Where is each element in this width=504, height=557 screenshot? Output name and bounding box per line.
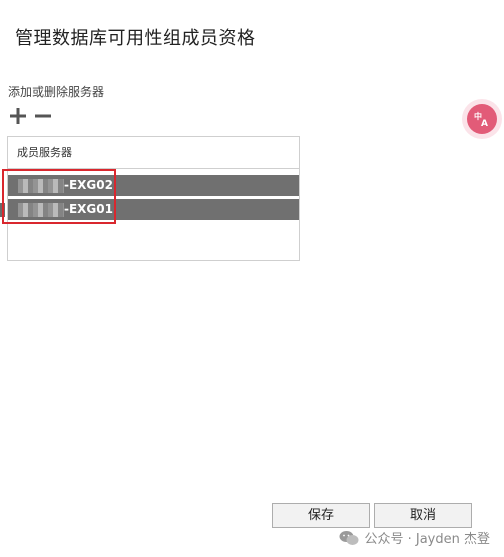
plus-icon (10, 108, 26, 124)
section-label: 添加或删除服务器 (8, 85, 105, 99)
dialog-title: 管理数据库可用性组成员资格 (15, 28, 256, 49)
list-header: 成员服务器 (8, 137, 299, 169)
add-server-button[interactable] (9, 107, 27, 125)
wechat-icon (339, 530, 359, 545)
save-button[interactable]: 保存 (272, 503, 370, 528)
annotation-highlight-box (2, 169, 116, 224)
remove-server-button[interactable] (34, 107, 52, 125)
cancel-button[interactable]: 取消 (374, 503, 472, 528)
translate-glyph-icon: 中 A (474, 111, 488, 128)
watermark: 公众号 · Jayden 杰登 (339, 528, 490, 547)
minus-icon (35, 114, 51, 118)
translate-icon[interactable]: 中 A (467, 104, 497, 134)
watermark-text: 公众号 · Jayden 杰登 (364, 532, 490, 547)
svg-text:A: A (481, 119, 488, 128)
